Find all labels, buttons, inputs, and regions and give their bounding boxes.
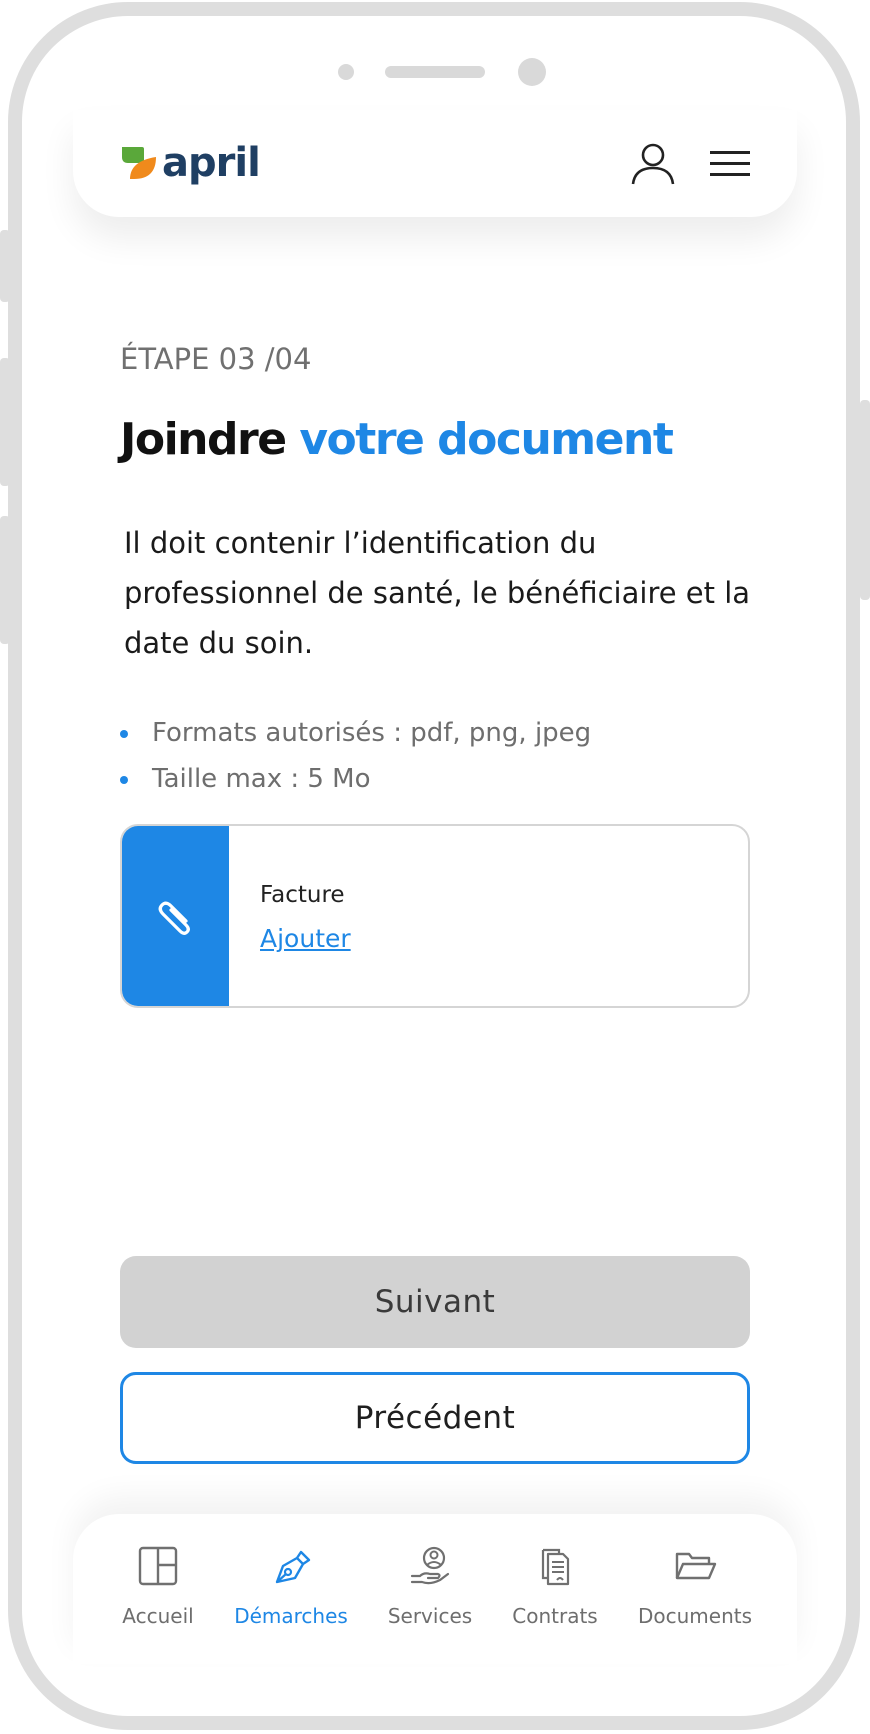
speaker-grille: [385, 66, 485, 78]
nav-item-documents[interactable]: Documents: [620, 1544, 770, 1628]
nav-item-accueil[interactable]: Accueil: [83, 1544, 233, 1628]
add-file-link[interactable]: Ajouter: [260, 924, 351, 953]
paperclip-icon: [158, 901, 190, 935]
requirement-size: Taille max : 5 Mo: [120, 756, 591, 802]
nav-label-accueil: Accueil: [122, 1604, 194, 1628]
hamburger-menu-icon[interactable]: [708, 148, 752, 180]
upload-label: Facture: [260, 882, 345, 908]
contract-document-icon: [541, 1548, 570, 1586]
user-icon[interactable]: [630, 140, 676, 186]
upload-card[interactable]: Facture Ajouter: [120, 824, 750, 1008]
side-button-power: [860, 400, 870, 600]
brand-logo[interactable]: april: [120, 140, 261, 186]
pen-nib-icon: [275, 1550, 311, 1584]
page-description: Il doit contenir l’identification du pro…: [124, 526, 751, 660]
nav-label-contrats: Contrats: [512, 1604, 598, 1628]
brand-name: april: [162, 140, 261, 186]
side-button-mute: [0, 516, 10, 644]
requirement-formats: Formats autorisés : pdf, png, jpeg: [120, 710, 591, 756]
side-button-volume-down: [0, 358, 10, 486]
title-accent: votre document: [299, 414, 673, 465]
logo-leaf-icon: [122, 147, 156, 179]
previous-button[interactable]: Précédent: [120, 1372, 750, 1464]
step-indicator: ÉTAPE 03 /04: [120, 342, 312, 376]
nav-label-documents: Documents: [637, 1604, 753, 1628]
next-button[interactable]: Suivant: [120, 1256, 750, 1348]
page-title: Joindre votre document: [120, 414, 674, 465]
home-grid-icon: [138, 1546, 178, 1586]
requirements-list: Formats autorisés : pdf, png, jpeg Taill…: [120, 710, 591, 802]
side-button-volume-up: [0, 230, 10, 302]
sensor-dot: [338, 64, 354, 80]
upload-icon-panel: [122, 826, 229, 1006]
folder-icon: [675, 1552, 717, 1580]
front-camera: [518, 58, 546, 86]
title-main: Joindre: [120, 414, 300, 465]
nav-label-demarches: Démarches: [234, 1604, 348, 1628]
nav-item-demarches[interactable]: Démarches: [216, 1544, 366, 1628]
nav-label-services: Services: [387, 1604, 473, 1628]
nav-item-contrats[interactable]: Contrats: [480, 1544, 630, 1628]
hand-person-icon: [410, 1546, 450, 1585]
